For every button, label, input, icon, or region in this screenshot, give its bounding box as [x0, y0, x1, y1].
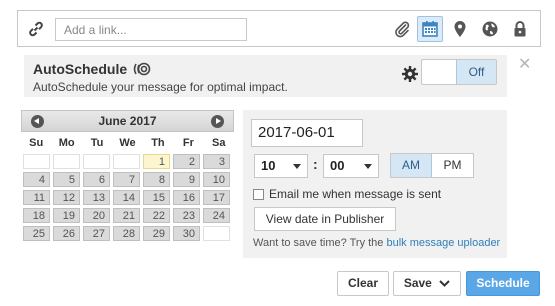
calendar-day[interactable]: 8	[143, 172, 170, 187]
calendar-day[interactable]: 27	[83, 226, 110, 241]
calendar-month-label: June 2017	[98, 114, 157, 128]
time-separator: :	[313, 156, 318, 172]
date-picker: June 2017 Su Mo Tu We Th Fr Sa 1 2 3 4 5 6 7 8 9 10 11 12…	[21, 110, 234, 241]
autoschedule-panel: AutoSchedule AutoSchedule your message f…	[24, 55, 507, 97]
calendar-day[interactable]: 6	[83, 172, 110, 187]
calendar-empty-cell	[203, 226, 230, 241]
calendar-day[interactable]: 30	[173, 226, 200, 241]
calendar-day[interactable]: 5	[53, 172, 80, 187]
weekday-label: Mo	[58, 137, 75, 149]
calendar-icon	[422, 21, 438, 37]
paperclip-icon	[395, 21, 410, 38]
calendar-day[interactable]: 9	[173, 172, 200, 187]
weekday-label: Su	[29, 137, 44, 149]
calendar-day[interactable]: 12	[53, 190, 80, 205]
calendar-day[interactable]: 13	[83, 190, 110, 205]
email-label: Email me when message is sent	[269, 187, 442, 201]
am-pm-toggle: AM PM	[390, 153, 474, 178]
next-month-icon[interactable]	[211, 115, 224, 128]
clear-button[interactable]: Clear	[337, 271, 389, 296]
calendar-day[interactable]: 18	[23, 208, 50, 223]
calendar-day[interactable]: 29	[143, 226, 170, 241]
date-field[interactable]: 2017-06-01	[251, 119, 363, 147]
minute-select[interactable]: 00	[323, 154, 379, 178]
calendar-day[interactable]: 14	[113, 190, 140, 205]
pm-button[interactable]: PM	[432, 154, 473, 177]
calendar-empty-cell	[83, 154, 110, 169]
weekday-label: We	[119, 137, 136, 149]
weekday-label: Tu	[90, 137, 104, 149]
calendar-day[interactable]: 21	[113, 208, 140, 223]
lock-icon	[514, 21, 526, 37]
location-button[interactable]	[447, 16, 473, 42]
calendar-day[interactable]: 20	[83, 208, 110, 223]
calendar-day[interactable]: 28	[113, 226, 140, 241]
calendar-day[interactable]: 16	[173, 190, 200, 205]
autoschedule-title: AutoSchedule	[33, 61, 151, 77]
map-pin-icon	[454, 21, 466, 37]
link-icon	[29, 21, 43, 37]
calendar-day[interactable]: 26	[53, 226, 80, 241]
minute-value: 00	[330, 158, 345, 173]
calendar-day[interactable]: 1	[143, 154, 170, 169]
weekday-row: Su Mo Tu We Th Fr Sa	[21, 132, 234, 154]
calendar-day[interactable]: 23	[173, 208, 200, 223]
calendar-day[interactable]: 19	[53, 208, 80, 223]
add-link-input[interactable]	[55, 18, 247, 41]
targeting-button[interactable]	[477, 16, 503, 42]
calendar-empty-cell	[53, 154, 80, 169]
privacy-button[interactable]	[507, 16, 533, 42]
am-button[interactable]: AM	[391, 154, 432, 177]
calendar-day[interactable]: 4	[23, 172, 50, 187]
autoschedule-description: AutoSchedule your message for optimal im…	[33, 80, 288, 94]
calendar-empty-cell	[23, 154, 50, 169]
calendar-day[interactable]: 3	[203, 154, 230, 169]
weekday-label: Sa	[212, 137, 226, 149]
weekday-label: Fr	[182, 137, 194, 149]
calendar-day[interactable]: 10	[203, 172, 230, 187]
calendar-day[interactable]: 15	[143, 190, 170, 205]
autoschedule-title-text: AutoSchedule	[33, 61, 128, 77]
calendar-day[interactable]: 24	[203, 208, 230, 223]
autoschedule-icon	[133, 62, 151, 76]
calendar-header: June 2017	[21, 110, 234, 132]
link-bar	[17, 10, 541, 47]
chevron-down-icon	[293, 164, 301, 169]
calendar-day[interactable]: 25	[23, 226, 50, 241]
hour-select[interactable]: 10	[254, 154, 308, 178]
calendar-day[interactable]: 7	[113, 172, 140, 187]
calendar-empty-cell	[113, 154, 140, 169]
schedule-button[interactable]: Schedule	[466, 271, 540, 296]
bulk-uploader-link[interactable]: bulk message uploader	[386, 237, 500, 249]
email-option: Email me when message is sent	[253, 187, 441, 201]
weekday-label: Th	[151, 137, 165, 149]
calendar-day[interactable]: 11	[23, 190, 50, 205]
chevron-down-icon	[439, 280, 450, 288]
chevron-down-icon	[364, 164, 372, 169]
calendar-days: 1 2 3 4 5 6 7 8 9 10 11 12 13 14 15 16 17 18 19 20 21 22 23 24 2…	[21, 154, 234, 241]
calendar-day[interactable]: 17	[203, 190, 230, 205]
calendar-day[interactable]: 22	[143, 208, 170, 223]
toggle-off-label: Off	[456, 60, 496, 84]
attach-button[interactable]	[389, 16, 415, 42]
schedule-calendar-button[interactable]	[417, 16, 443, 42]
save-label: Save	[403, 276, 432, 290]
view-in-publisher-button[interactable]: View date in Publisher	[254, 207, 396, 231]
close-icon[interactable]: ✕	[518, 57, 531, 73]
globe-icon	[482, 21, 498, 37]
gear-icon[interactable]	[401, 65, 419, 83]
schedule-settings: 2017-06-01 10 : 00 AM PM Email me when m…	[243, 110, 507, 258]
save-button[interactable]: Save	[393, 271, 461, 296]
autoschedule-toggle[interactable]: Off	[421, 59, 497, 85]
email-checkbox[interactable]	[253, 188, 264, 200]
save-time-hint: Want to save time? Try the bulk message …	[253, 237, 500, 249]
hour-value: 10	[261, 158, 276, 173]
calendar-day[interactable]: 2	[173, 154, 200, 169]
save-time-text: Want to save time? Try the	[253, 237, 384, 249]
